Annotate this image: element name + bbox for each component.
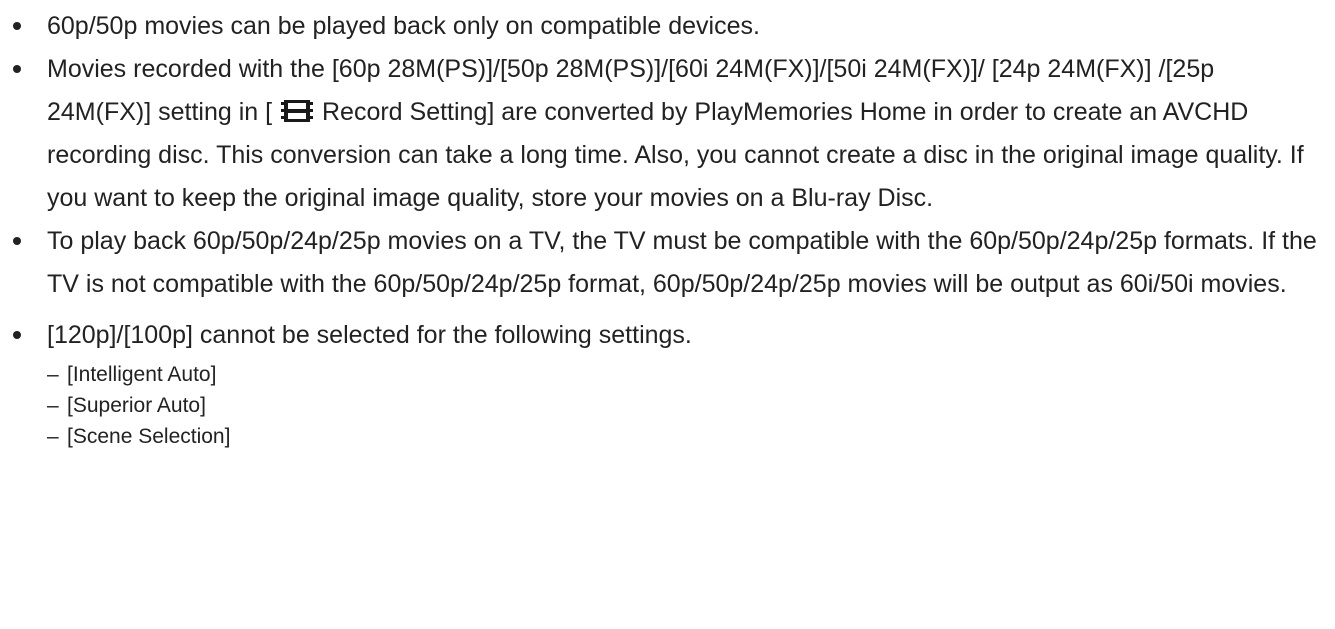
note-text: [120p]/[100p] cannot be selected for the… (47, 321, 692, 349)
bullet-icon (13, 65, 21, 73)
dash-marker: – (47, 425, 59, 448)
dash-marker: – (47, 363, 59, 386)
sub-item-text: [Superior Auto] (67, 394, 206, 417)
bullet-icon (13, 22, 21, 30)
dash-marker: – (47, 394, 59, 417)
note-item: [120p]/[100p] cannot be selected for the… (0, 314, 1335, 357)
movie-film-icon (281, 100, 314, 122)
sub-item-text: [Scene Selection] (67, 425, 231, 448)
note-text: To play back 60p/50p/24p/25p movies on a… (47, 227, 1317, 298)
bullet-icon (13, 237, 21, 245)
note-item: Movies recorded with the [60p 28M(PS)]/[… (0, 48, 1335, 220)
note-item: To play back 60p/50p/24p/25p movies on a… (0, 220, 1335, 306)
sub-list-item: – [Scene Selection] (0, 421, 1335, 452)
settings-sublist: – [Intelligent Auto] – [Superior Auto] –… (0, 359, 1335, 452)
sub-list-item: – [Intelligent Auto] (0, 359, 1335, 390)
sub-list-item: – [Superior Auto] (0, 390, 1335, 421)
notes-section: 60p/50p movies can be played back only o… (0, 5, 1335, 452)
note-item: 60p/50p movies can be played back only o… (0, 5, 1335, 48)
bullet-icon (13, 331, 21, 339)
notes-list: 60p/50p movies can be played back only o… (0, 5, 1335, 357)
note-text: 60p/50p movies can be played back only o… (47, 12, 760, 40)
sub-item-text: [Intelligent Auto] (67, 363, 217, 386)
